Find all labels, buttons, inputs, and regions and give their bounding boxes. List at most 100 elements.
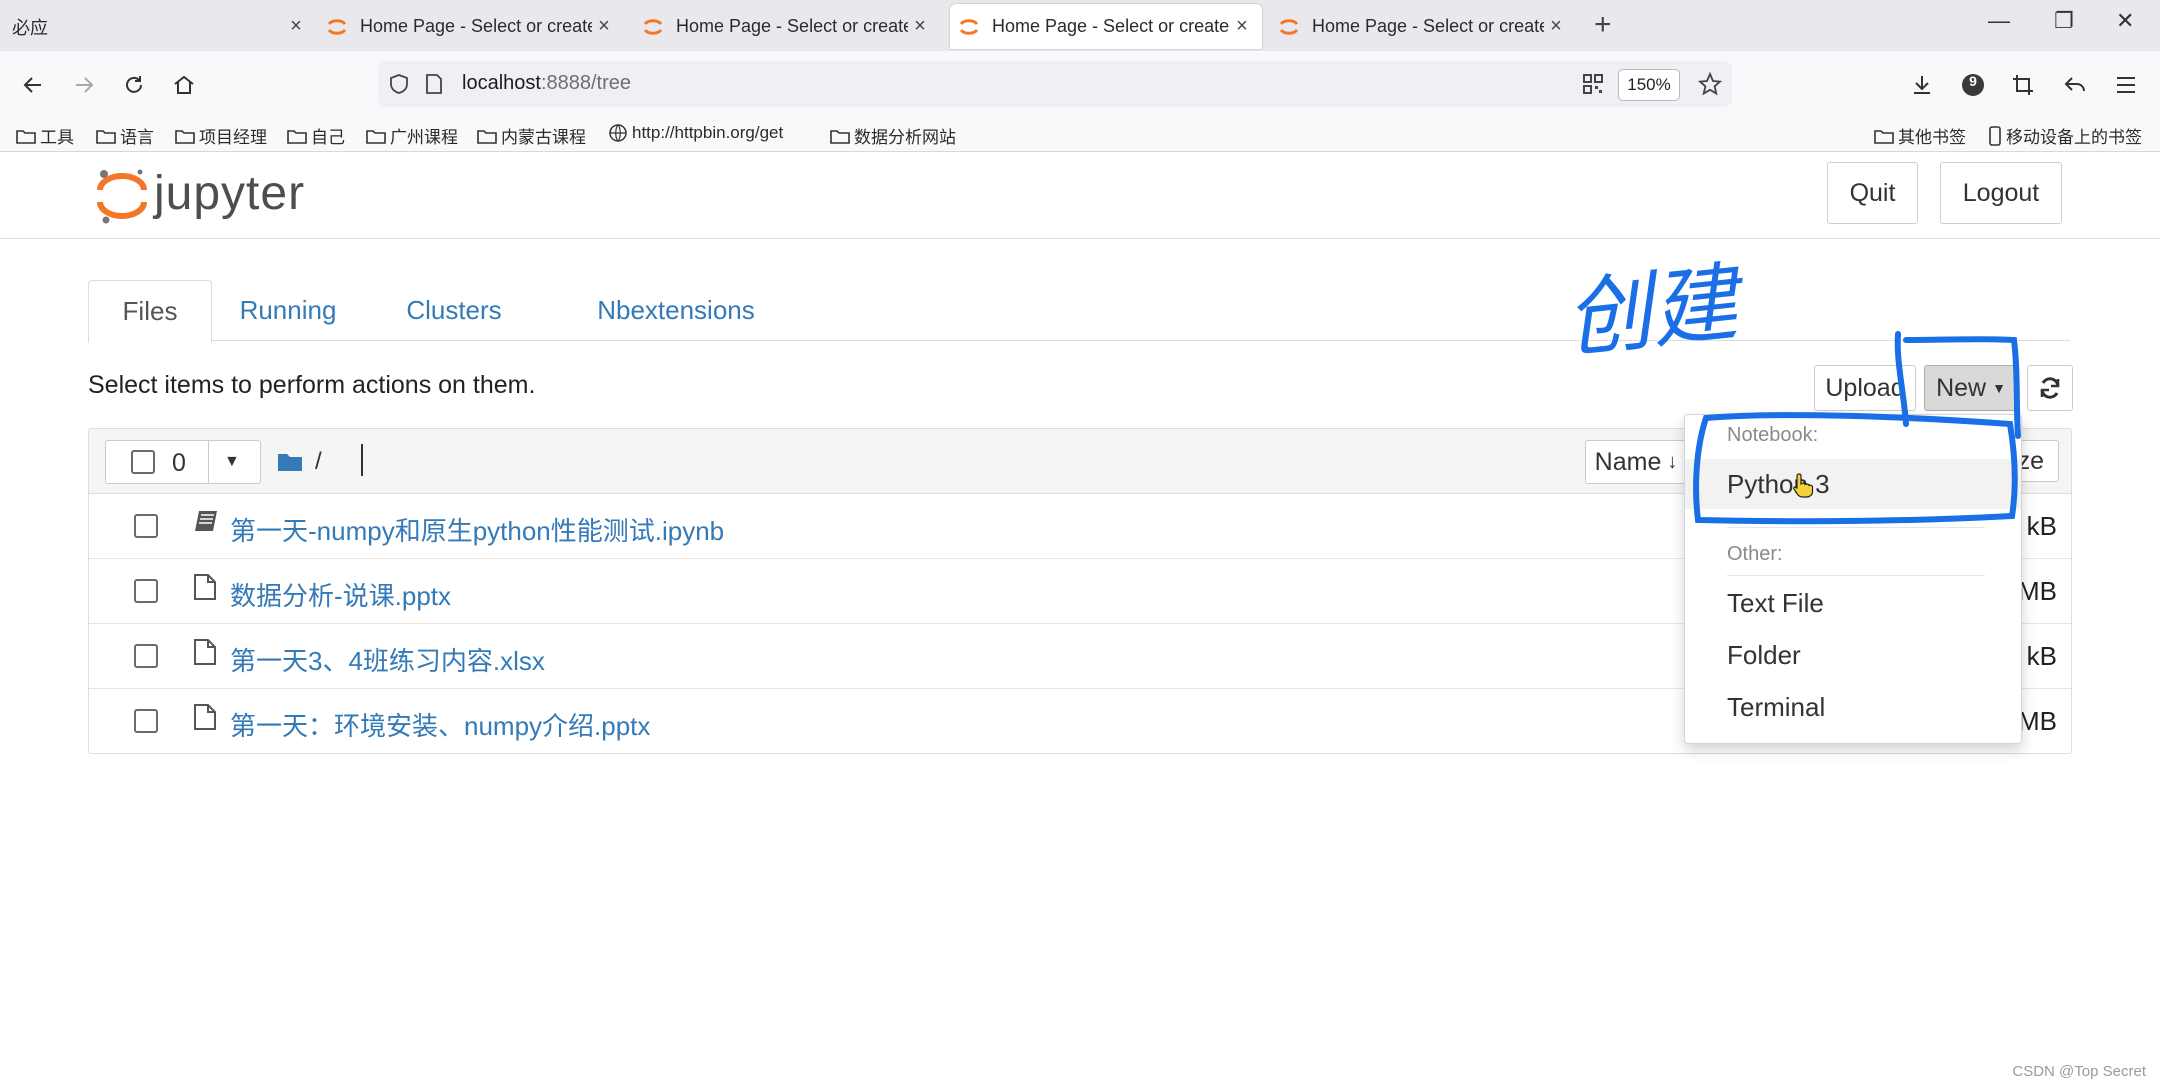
hand-pointer-cursor-icon [1793,473,1814,498]
upload-button[interactable]: Upload [1814,365,1916,411]
minimize-icon[interactable]: — [1988,8,2010,34]
tab-clusters[interactable]: Clusters [392,280,516,340]
browser-tab-jupyter-3-active[interactable]: Home Page - Select or create a notebook … [950,4,1262,49]
bookmark-label: http://httpbin.org/get [632,123,784,142]
watermark: CSDN @Top Secret [2012,1063,2146,1080]
bookmark-folder-other[interactable]: 其他书签 [1874,123,1966,148]
close-window-icon[interactable]: ✕ [2116,8,2134,34]
close-tab-icon[interactable]: × [284,15,308,38]
reload-button[interactable] [118,69,150,101]
bookmark-folder[interactable]: 项目经理 [175,123,267,148]
notebook-section-header: Notebook: [1727,424,1819,446]
file-link[interactable]: 第一天3、4班练习内容.xlsx [230,641,545,678]
bookmark-label: 其他书签 [1898,128,1966,147]
shield-icon [390,74,408,94]
url-path: :8888/tree [540,72,632,94]
sort-by-name-button[interactable]: Name ↓ [1585,440,1687,484]
browser-tab-jupyter-2[interactable]: Home Page - Select or create a notebook … [634,4,940,49]
bookmark-folder[interactable]: 内蒙古课程 [477,123,586,148]
select-all-checkbox[interactable] [131,450,155,474]
close-tab-icon[interactable]: × [908,15,932,38]
bookmark-label: 数据分析网站 [854,128,956,147]
bookmark-label: 项目经理 [199,128,267,147]
refresh-button[interactable] [2027,365,2073,411]
downloads-button[interactable] [1906,69,1938,101]
tab-title: 必应 [12,17,48,38]
menu-divider [1727,527,1985,528]
file-size: MB [2018,576,2057,606]
new-python3-notebook-item[interactable]: Python 3 [1685,459,2021,509]
page-icon [426,74,442,94]
back-arrow-icon [23,77,41,93]
notebook-icon [195,511,217,531]
extension-badge-count: 9 [1969,73,1977,89]
menu-button[interactable] [2110,69,2142,101]
file-link[interactable]: 第一天-numpy和原生python性能测试.ipynb [230,511,724,548]
bookmark-folder[interactable]: 工具 [16,123,74,148]
screenshot-button[interactable] [2007,69,2039,101]
forward-button[interactable] [68,69,100,101]
undo-button[interactable] [2059,69,2091,101]
file-link[interactable]: 第一天：环境安装、numpy介绍.pptx [230,706,650,743]
other-section-header: Other: [1727,543,1783,565]
file-checkbox[interactable] [134,514,158,538]
folder-icon[interactable] [277,452,303,472]
file-checkbox[interactable] [134,579,158,603]
browser-tab-jupyter-4[interactable]: Home Page - Select or create a notebook … [1270,4,1576,49]
bookmark-folder[interactable]: 广州课程 [366,123,458,148]
bookmark-folder[interactable]: 数据分析网站 [830,123,956,148]
new-tab-icon[interactable]: + [1594,8,1612,42]
tab-strip: 必应 × Home Page - Select or create a note… [0,0,2160,51]
new-terminal-item[interactable]: Terminal [1685,682,2021,732]
zoom-level[interactable]: 150% [1618,69,1680,101]
file-link[interactable]: 数据分析-说课.pptx [230,576,451,613]
refresh-icon [2040,377,2060,399]
new-folder-item[interactable]: Folder [1685,630,2021,680]
folder-icon [830,129,850,144]
tab-running[interactable]: Running [226,280,350,340]
home-button[interactable] [168,69,200,101]
hamburger-menu-icon [2117,77,2135,93]
restore-icon[interactable]: ❐ [2054,8,2074,34]
quit-button[interactable]: Quit [1827,162,1918,224]
file-checkbox[interactable] [134,709,158,733]
bookmark-folder-mobile[interactable]: 移动设备上的书签 [1988,123,2142,148]
bookmark-link[interactable]: http://httpbin.org/get [608,123,783,143]
url-bar[interactable]: localhost:8888/tree 150% [378,61,1732,107]
jupyter-logo-text[interactable]: jupyter [154,166,305,221]
jupyter-logo-icon[interactable] [96,166,148,226]
star-bookmark-icon[interactable] [1698,72,1722,96]
bookmark-label: 语言 [120,128,154,147]
new-dropdown-button[interactable]: New ▼ [1924,365,2018,411]
bookmark-label: 工具 [40,128,74,147]
tab-nbextensions[interactable]: Nbextensions [588,280,764,340]
extension-badge-button[interactable]: 9 [1957,69,1989,101]
bookmark-folder[interactable]: 语言 [96,123,154,148]
jupyter-tabs: Files Running Clusters Nbextensions [88,280,2070,343]
folder-icon [287,129,307,144]
breadcrumb[interactable]: / [315,448,322,476]
file-size: MB [2018,706,2057,736]
menu-divider [1727,575,1985,576]
file-icon [194,574,216,600]
select-all-control[interactable]: 0 ▼ [105,440,261,484]
jupyter-favicon-icon [959,18,979,35]
tab-files[interactable]: Files [88,280,212,343]
bookmark-folder[interactable]: 自己 [287,123,345,148]
select-dropdown-caret-icon[interactable]: ▼ [224,453,240,471]
qr-code-icon[interactable] [1582,73,1604,95]
browser-tab-bing[interactable]: 必应 × [0,4,308,49]
file-checkbox[interactable] [134,644,158,668]
close-tab-icon[interactable]: × [1544,15,1568,38]
new-text-file-item[interactable]: Text File [1685,578,2021,628]
file-icon [194,704,216,730]
browser-tab-jupyter-1[interactable]: Home Page - Select or create a notebook … [318,4,624,49]
folder-icon [175,129,195,144]
url-text[interactable]: localhost:8888/tree [462,72,631,95]
reload-icon [126,76,142,93]
url-host: localhost [462,72,541,94]
back-button[interactable] [17,69,49,101]
logout-button[interactable]: Logout [1940,162,2062,224]
close-tab-icon[interactable]: × [592,15,616,38]
close-tab-icon[interactable]: × [1230,15,1254,38]
